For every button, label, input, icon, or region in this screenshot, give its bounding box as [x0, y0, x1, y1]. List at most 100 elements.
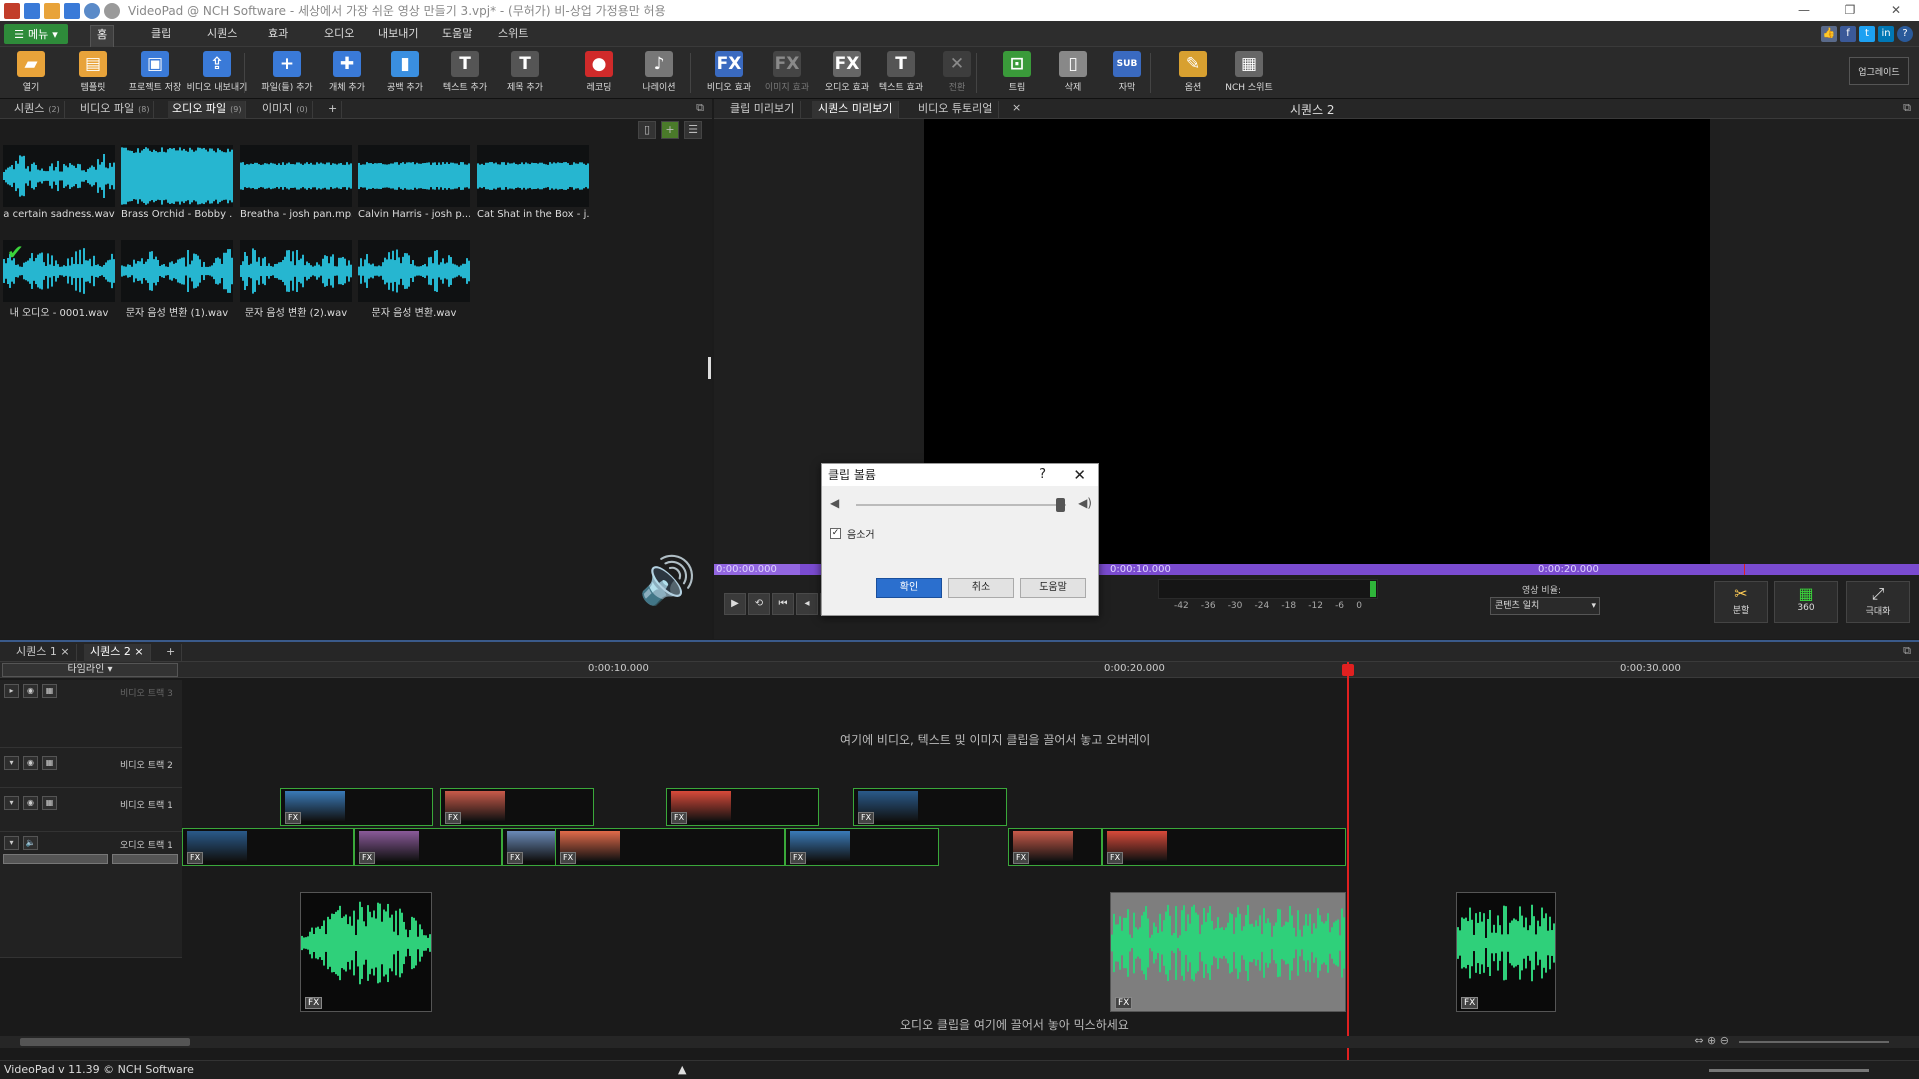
add-title-button[interactable]: T 제목 추가 — [494, 51, 556, 97]
visibility-icon[interactable]: ◉ — [23, 684, 38, 698]
clip-fx-icon[interactable]: FX — [187, 852, 204, 864]
bin-tab-images[interactable]: 이미지 (0) — [258, 101, 313, 119]
prev-frame-button[interactable]: ◂ — [796, 593, 818, 615]
undock-icon[interactable]: ⧉ — [696, 101, 704, 115]
timeline-ruler[interactable]: 타임라인 ▾ 0:00:10.000 0:00:20.000 0:00:30.0… — [0, 662, 1919, 678]
tab-sequence-preview[interactable]: 시퀀스 미리보기 — [812, 101, 900, 119]
clip-fx-icon[interactable]: FX — [507, 852, 524, 864]
trim-button[interactable]: ⊡ 트림 — [986, 51, 1048, 97]
clip-fx-icon[interactable]: FX — [671, 812, 688, 824]
tab-audio[interactable]: 오디오 — [318, 25, 360, 47]
track-volume-slider[interactable] — [3, 854, 108, 864]
dialog-help-icon[interactable]: ? — [1039, 464, 1046, 486]
add-text-button[interactable]: T 텍스트 추가 — [434, 51, 496, 97]
volume-slider[interactable] — [856, 504, 1066, 506]
tab-suite[interactable]: 스위트 — [492, 25, 534, 47]
clip-fx-icon[interactable]: FX — [560, 852, 577, 864]
up-arrow-icon[interactable]: ▲ — [678, 1061, 686, 1079]
tab-export[interactable]: 내보내기 — [372, 25, 424, 47]
blend-icon[interactable]: ▦ — [42, 684, 57, 698]
help-button[interactable]: 도움말 — [1020, 578, 1086, 598]
zoom-slider[interactable] — [1739, 1041, 1889, 1043]
clip-fx-icon[interactable]: FX — [359, 852, 376, 864]
new-project-icon[interactable] — [24, 2, 40, 19]
narration-mic-button[interactable]: ♪ 나레이션 — [628, 51, 690, 97]
clip-fx-icon[interactable]: FX — [858, 812, 875, 824]
video-clip[interactable]: FX — [853, 788, 1007, 826]
undock-icon[interactable]: ⧉ — [1903, 644, 1911, 658]
bin-tab-add[interactable]: + — [324, 101, 343, 119]
track-pan-slider[interactable] — [112, 854, 178, 864]
loop-button[interactable]: ⟲ — [748, 593, 770, 615]
delete-trash-button[interactable]: ▯ 삭제 — [1042, 51, 1104, 97]
video-clip[interactable]: FX — [666, 788, 819, 826]
video-clip[interactable]: FX — [440, 788, 594, 826]
bin-delete-icon[interactable]: ▯ — [638, 121, 656, 139]
twitter-icon[interactable]: t — [1859, 26, 1875, 42]
collapse-icon[interactable]: ▾ — [4, 796, 19, 810]
checkbox-box[interactable]: ✓ — [830, 528, 841, 539]
folder-open-button[interactable]: ▰ 열기 — [0, 51, 62, 97]
audio-effects-button[interactable]: FX 오디오 효과 — [816, 51, 878, 97]
save-button[interactable]: ▣ 프로젝트 저장 — [124, 51, 186, 97]
bin-list-view-icon[interactable]: ☰ — [684, 121, 702, 139]
video-clip[interactable]: FX — [1102, 828, 1346, 866]
playhead-handle[interactable] — [1342, 664, 1354, 676]
close-tab-icon[interactable]: × — [1012, 101, 1021, 114]
vr-360-button[interactable]: ▦ 360 — [1774, 581, 1838, 623]
text-effects-button[interactable]: T 텍스트 효과 — [870, 51, 932, 97]
transition-button[interactable]: ✕ 전환 — [926, 51, 988, 97]
visibility-icon[interactable]: ◉ — [23, 756, 38, 770]
clip-fx-icon[interactable]: FX — [790, 852, 807, 864]
record-button[interactable]: ● 레코딩 — [568, 51, 630, 97]
tab-sequence[interactable]: 시퀀스 — [201, 25, 243, 47]
clip-fx-icon[interactable]: FX — [285, 812, 302, 824]
save-icon[interactable] — [64, 2, 80, 19]
audio-clip[interactable]: FX — [1456, 892, 1556, 1012]
clip-fx-icon[interactable]: FX — [1461, 997, 1479, 1009]
fullscreen-button[interactable]: ⤢ 극대화 — [1846, 581, 1910, 623]
audio-file-thumbnail[interactable]: 문자 음성 변환.wav — [358, 240, 470, 319]
tab-home[interactable]: 홈 — [90, 25, 115, 47]
clip-fx-icon[interactable]: FX — [1107, 852, 1124, 864]
bin-tab-sequences[interactable]: 시퀀스 (2) — [10, 101, 65, 119]
audio-clip[interactable]: FX — [300, 892, 432, 1012]
clip-fx-icon[interactable]: FX — [445, 812, 462, 824]
tab-video-tutorial[interactable]: 비디오 튜토리얼 — [912, 101, 1000, 119]
video-clip[interactable]: FX — [182, 828, 354, 866]
visibility-icon[interactable]: ◉ — [23, 796, 38, 810]
clip-fx-icon[interactable]: FX — [1013, 852, 1030, 864]
video-clip[interactable]: FX — [1008, 828, 1102, 866]
tab-clip[interactable]: 클립 — [145, 25, 177, 47]
audio-file-thumbnail[interactable]: 문자 음성 변환 (1).wav — [121, 240, 233, 319]
split-button[interactable]: ✂ 분할 — [1714, 581, 1768, 623]
main-menu-button[interactable]: ☰ 메뉴 ▾ — [4, 24, 68, 44]
mute-checkbox[interactable]: ✓ 음소거 — [830, 526, 875, 541]
audio-file-thumbnail[interactable]: 문자 음성 변환 (2).wav — [240, 240, 352, 319]
timeline-mode-select[interactable]: 타임라인 ▾ — [2, 663, 178, 677]
panel-splitter[interactable] — [708, 357, 711, 379]
tab-sequence-2[interactable]: 시퀀스 2 × — [84, 644, 151, 662]
speaker-volume-icon[interactable]: 🔊 — [639, 553, 696, 608]
subtitle-button[interactable]: SUB 자막 — [1096, 51, 1158, 97]
video-effects-button[interactable]: FX 비디오 효과 — [698, 51, 760, 97]
audio-file-thumbnail[interactable]: Brass Orchid - Bobby ... — [121, 145, 233, 221]
collapse-icon[interactable]: ▾ — [4, 756, 19, 770]
like-thumb-icon[interactable]: 👍 — [1821, 26, 1837, 42]
upgrade-button[interactable]: 업그레이드 — [1849, 57, 1909, 85]
undo-icon[interactable] — [84, 2, 100, 19]
tab-clip-preview[interactable]: 클립 미리보기 — [724, 101, 802, 119]
video-clip[interactable]: FX — [785, 828, 939, 866]
blend-icon[interactable]: ▦ — [42, 756, 57, 770]
skip-start-button[interactable]: ⏮ — [772, 593, 794, 615]
open-folder-icon[interactable] — [44, 2, 60, 19]
bin-tab-video-files[interactable]: 비디오 파일 (8) — [76, 101, 155, 119]
aspect-ratio-select[interactable]: 콘텐츠 일치 ▾ — [1490, 597, 1600, 615]
scrollbar-thumb[interactable] — [20, 1038, 190, 1046]
video-clip[interactable]: FX — [555, 828, 785, 866]
facebook-icon[interactable]: f — [1840, 26, 1856, 42]
restore-button[interactable]: ❐ — [1827, 0, 1873, 21]
add-files-button[interactable]: + 파일(들) 추가 — [256, 51, 318, 97]
close-button[interactable]: ✕ — [1873, 0, 1919, 21]
tab-help[interactable]: 도움말 — [436, 25, 478, 47]
